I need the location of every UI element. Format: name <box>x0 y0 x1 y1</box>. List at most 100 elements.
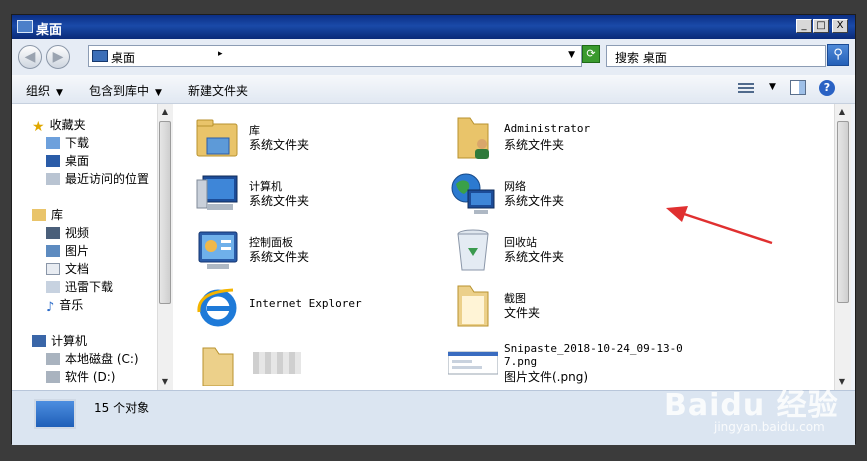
scroll-down-icon[interactable]: ▼ <box>158 374 172 390</box>
title-bar[interactable]: 桌面 _ □ X <box>12 15 855 39</box>
list-item[interactable]: 控制面板 系统文件夹 <box>193 226 443 278</box>
help-button[interactable]: ? <box>819 80 835 96</box>
folder-icon <box>202 347 234 386</box>
library-icon <box>196 119 238 157</box>
network-icon <box>451 173 495 214</box>
watermark-logo-text: Baidu 经验 <box>664 388 839 423</box>
download-icon <box>46 137 60 149</box>
preview-pane-button[interactable] <box>790 80 806 95</box>
item-type: 图片文件(.png) <box>504 370 589 384</box>
refresh-button[interactable]: ⟳ <box>582 45 600 63</box>
list-item[interactable]: 截图 文件夹 <box>448 282 698 334</box>
nav-item-music[interactable]: ♪ 音乐 <box>46 296 84 315</box>
chevron-right-icon[interactable]: ▸ <box>218 49 223 59</box>
list-item[interactable]: 网络 系统文件夹 <box>448 170 698 222</box>
video-icon <box>46 227 60 239</box>
nav-libraries[interactable]: 库 <box>32 206 63 224</box>
change-view-button[interactable] <box>738 81 754 95</box>
list-item[interactable]: 回收站 系统文件夹 <box>448 226 698 278</box>
search-placeholder: 搜索 桌面 <box>615 51 667 65</box>
recycle-bin-icon <box>457 229 489 271</box>
drive-icon <box>46 353 60 365</box>
nav-label: 收藏夹 <box>49 118 86 132</box>
content-scrollbar[interactable]: ▲ ▼ <box>834 104 851 390</box>
include-in-library-button[interactable]: 包含到库中 ▼ <box>89 82 162 99</box>
computer-icon <box>196 175 238 210</box>
nav-item-drive-c[interactable]: 本地磁盘 (C:) <box>46 350 139 368</box>
nav-label: 软件 (D:) <box>65 370 116 384</box>
item-type: 系统文件夹 <box>249 194 310 208</box>
nav-label: 桌面 <box>65 154 90 168</box>
control-panel-icon <box>198 231 238 269</box>
nav-label: 本地磁盘 (C:) <box>65 352 139 366</box>
address-input[interactable]: 桌面 ▸ ▼ <box>88 45 582 67</box>
scrollbar-thumb[interactable] <box>837 121 849 303</box>
scroll-up-icon[interactable]: ▲ <box>835 104 849 120</box>
scrollbar-thumb[interactable] <box>159 121 171 304</box>
desktop-icon <box>34 399 76 429</box>
desktop-icon <box>92 50 108 62</box>
nav-label: 库 <box>51 208 64 222</box>
nav-item-desktop[interactable]: 桌面 <box>46 152 89 170</box>
star-icon: ★ <box>32 119 45 135</box>
nav-item-recent[interactable]: 最近访问的位置 <box>46 170 149 188</box>
user-folder-icon <box>457 117 489 159</box>
item-type: 系统文件夹 <box>504 138 565 152</box>
list-item[interactable]: 计算机 系统文件夹 <box>193 170 443 222</box>
nav-computer[interactable]: 计算机 <box>32 332 87 350</box>
blurred-name <box>253 352 301 374</box>
nav-label: 图片 <box>65 244 90 258</box>
download-folder-icon <box>46 281 60 293</box>
nav-label: 计算机 <box>51 334 88 348</box>
computer-icon <box>32 335 46 347</box>
pictures-icon <box>46 245 60 257</box>
scroll-up-icon[interactable]: ▲ <box>158 104 172 120</box>
item-name: Snipaste_2018-10-24_09-13-07.png <box>504 342 683 368</box>
list-item[interactable]: 库 系统文件夹 <box>193 114 443 166</box>
chevron-down-icon: ▼ <box>155 88 162 98</box>
address-bar-row: ◀ ▶ 桌面 ▸ ▼ ⟳ 搜索 桌面 ⚲ <box>12 39 855 75</box>
document-icon <box>46 263 60 275</box>
back-button[interactable]: ◀ <box>18 45 42 69</box>
item-name: Internet Explorer <box>249 297 362 310</box>
desktop-icon <box>17 20 33 33</box>
item-type: 系统文件夹 <box>504 250 565 264</box>
list-item[interactable] <box>193 338 443 390</box>
nav-item-thunder[interactable]: 迅雷下载 <box>46 278 113 296</box>
nav-item-videos[interactable]: 视频 <box>46 224 89 242</box>
search-input[interactable]: 搜索 桌面 <box>606 45 826 67</box>
search-icon[interactable]: ⚲ <box>827 44 849 66</box>
nav-item-downloads[interactable]: 下载 <box>46 134 89 152</box>
maximize-button[interactable]: □ <box>813 19 829 33</box>
nav-label: 最近访问的位置 <box>65 172 150 186</box>
nav-label: 下载 <box>65 136 90 150</box>
nav-label: 音乐 <box>59 298 84 312</box>
drive-icon <box>46 371 60 383</box>
minimize-button[interactable]: _ <box>796 19 812 33</box>
breadcrumb[interactable]: 桌面 <box>111 49 135 66</box>
forward-button[interactable]: ▶ <box>46 45 70 69</box>
nav-item-drive-d[interactable]: 软件 (D:) <box>46 368 115 386</box>
item-type: 系统文件夹 <box>249 250 310 264</box>
music-icon: ♪ <box>46 300 55 315</box>
navigation-scrollbar[interactable]: ▲ ▼ <box>157 104 173 390</box>
window-title: 桌面 <box>36 23 63 38</box>
chevron-down-icon[interactable]: ▼ <box>769 82 776 92</box>
nav-label: 视频 <box>65 226 90 240</box>
new-folder-button[interactable]: 新建文件夹 <box>188 82 248 99</box>
close-button[interactable]: X <box>832 19 848 33</box>
nav-item-pictures[interactable]: 图片 <box>46 242 89 260</box>
organize-label: 组织 <box>26 84 51 98</box>
list-item[interactable]: Internet Explorer <box>193 282 443 334</box>
list-item[interactable]: Administrator 系统文件夹 <box>448 114 698 166</box>
desktop-icon <box>46 155 60 167</box>
nav-favorites[interactable]: ★ 收藏夹 <box>32 116 86 135</box>
folder-icon <box>457 285 489 327</box>
organize-button[interactable]: 组织 ▼ <box>26 82 63 99</box>
navigation-pane: ★ 收藏夹 下载 桌面 最近访问的位置 库 视频 图片 文档 迅雷下载 ♪ 音乐 <box>12 104 172 390</box>
item-type: 系统文件夹 <box>504 194 565 208</box>
nav-label: 迅雷下载 <box>65 280 114 294</box>
chevron-down-icon[interactable]: ▼ <box>568 50 575 60</box>
library-icon <box>32 209 46 221</box>
nav-item-documents[interactable]: 文档 <box>46 260 89 278</box>
